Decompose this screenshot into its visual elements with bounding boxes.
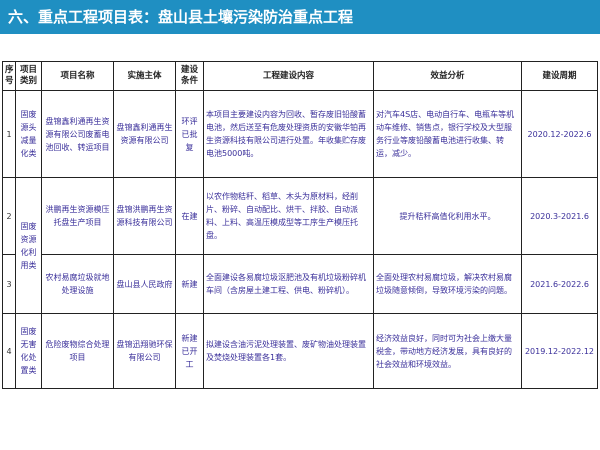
row-benefit: 对汽车4S店、电动自行车、电瓶车等机动车维修、销售点，银行学校及大型服务行业等废… (373, 90, 522, 178)
row-project-name: 农村易腐垃圾就地处理设施 (41, 254, 114, 314)
table-row: 3 农村易腐垃圾就地处理设施 盘山县人民政府 新建 全面建设各易腐垃圾沤肥池及有… (2, 254, 598, 314)
row-period: 2020.3-2021.6 (521, 177, 598, 255)
column-header-entity: 实施主体 (113, 61, 176, 91)
row-entity: 盘锦洪鹏再生资源科技有限公司 (113, 177, 176, 255)
row-benefit: 全面处理农村易腐垃圾，解决农村易腐垃圾随意倾倒，导致环境污染的问题。 (373, 254, 522, 314)
row-category: 固废无害化处置类 (15, 313, 42, 389)
row-number: 1 (2, 90, 16, 178)
row-number: 4 (2, 313, 16, 389)
table-row: 1 固废源头减量化类 盘锦鑫利通再生资源有限公司废蓄电池回收、转运项目 盘锦鑫利… (2, 90, 598, 178)
row-period: 2021.6-2022.6 (521, 254, 598, 314)
row-content: 拟建设含油污泥处理装置、废矿物油处理装置及焚烧处理装置各1套。 (203, 313, 374, 389)
column-header-content: 工程建设内容 (203, 61, 374, 91)
row-number: 2 (2, 177, 16, 255)
row-project-name: 盘锦鑫利通再生资源有限公司废蓄电池回收、转运项目 (41, 90, 114, 178)
page-title-bar: 六、重点工程项目表：盘山县土壤污染防治重点工程 (0, 0, 600, 34)
row-condition: 新建 (175, 254, 204, 314)
row-period: 2020.12-2022.6 (521, 90, 598, 178)
table-row: 2 固废资源化利用类 洪鹏再生资源模压托盘生产项目 盘锦洪鹏再生资源科技有限公司… (2, 177, 598, 314)
row-entity: 盘锦鑫利通再生资源有限公司 (113, 90, 176, 178)
column-header-no: 序号 (2, 61, 16, 91)
row-entity: 盘山县人民政府 (113, 254, 176, 314)
row-condition: 在建 (175, 177, 204, 255)
column-header-period: 建设周期 (521, 61, 598, 91)
row-content: 以农作物秸秆、稻草、木头为原材料，经削片、粉碎、自动配比、烘干、拌胶、自动派料、… (203, 177, 374, 255)
table-row: 4 固废无害化处置类 危险废物综合处理项目 盘锦迅翔驰环保有限公司 新建已开工 … (2, 313, 598, 389)
column-header-category: 项目类别 (15, 61, 42, 91)
page-title: 六、重点工程项目表：盘山县土壤污染防治重点工程 (8, 8, 354, 26)
table-header-row: 序号 项目类别 项目名称 实施主体 建设条件 工程建设内容 效益分析 建设周期 (2, 61, 598, 91)
column-header-name: 项目名称 (41, 61, 114, 91)
row-benefit: 经济效益良好，同时可为社会上缴大量税金，带动地方经济发展，具有良好的社会效益和环… (373, 313, 522, 389)
project-table-container: 序号 项目类别 项目名称 实施主体 建设条件 工程建设内容 效益分析 建设周期 … (2, 61, 598, 389)
project-table: 序号 项目类别 项目名称 实施主体 建设条件 工程建设内容 效益分析 建设周期 … (2, 61, 598, 389)
row-period: 2019.12-2022.12 (521, 313, 598, 389)
row-entity: 盘锦迅翔驰环保有限公司 (113, 313, 176, 389)
row-condition: 环评已批复 (175, 90, 204, 178)
row-condition: 新建已开工 (175, 313, 204, 389)
column-header-benefit: 效益分析 (373, 61, 522, 91)
column-header-condition: 建设条件 (175, 61, 204, 91)
row-category: 固废资源化利用类 (15, 177, 42, 314)
row-project-name: 洪鹏再生资源模压托盘生产项目 (41, 177, 114, 255)
row-category: 固废源头减量化类 (15, 90, 42, 178)
row-number: 3 (2, 254, 16, 314)
row-benefit: 提升秸秆高值化利用水平。 (373, 177, 522, 255)
row-content: 全面建设各易腐垃圾沤肥池及有机垃圾粉碎机车间（含房屋土建工程、供电、粉碎机）。 (203, 254, 374, 314)
row-project-name: 危险废物综合处理项目 (41, 313, 114, 389)
row-content: 本项目主要建设内容为回收、暂存废旧铅酸蓄电池，然后送至有危废处理资质的安徽华铂再… (203, 90, 374, 178)
